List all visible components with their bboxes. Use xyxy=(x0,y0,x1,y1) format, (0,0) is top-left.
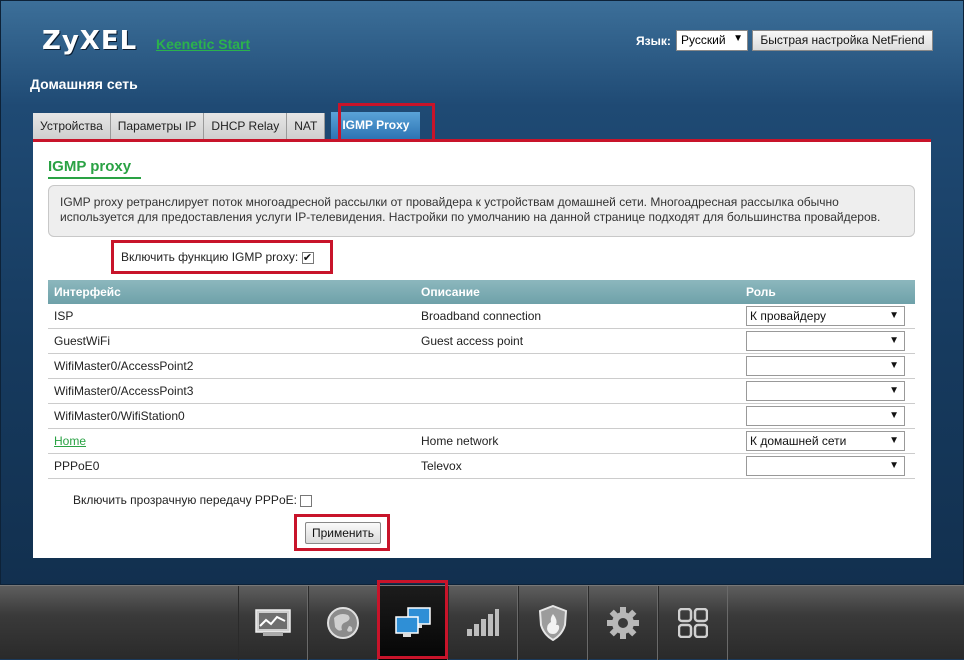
pppoe-passthrough-label: Включить прозрачную передачу PPPoE: xyxy=(73,493,297,507)
tab-ip-settings[interactable]: Параметры IP xyxy=(110,113,205,139)
column-header-interface: Интерфейс xyxy=(54,285,121,299)
chevron-down-icon: ▼ xyxy=(889,385,899,396)
netfriend-button[interactable]: Быстрая настройка NetFriend xyxy=(752,30,933,51)
bottom-navigation xyxy=(0,585,964,660)
language-label: Язык: xyxy=(636,34,671,48)
interface-cell: PPPoE0 xyxy=(54,459,100,473)
panel-title: IGMP proxy xyxy=(48,158,132,175)
table-row: PPPoE0 Televox ▼ xyxy=(48,454,915,479)
table-row: WifiMaster0/AccessPoint3 ▼ xyxy=(48,379,915,404)
table-row: GuestWiFi Guest access point ▼ xyxy=(48,329,915,354)
nav-security[interactable] xyxy=(518,586,588,660)
interfaces-table: Интерфейс Описание Роль ISP Broadband co… xyxy=(48,280,915,479)
chevron-down-icon: ▼ xyxy=(889,360,899,371)
nav-internet[interactable] xyxy=(308,586,378,660)
chevron-down-icon: ▼ xyxy=(889,435,899,446)
role-value: К домашней сети xyxy=(750,434,847,448)
info-box: IGMP proxy ретранслирует поток многоадре… xyxy=(48,185,915,237)
description-cell: Guest access point xyxy=(421,334,524,348)
page-title: Домашняя сеть xyxy=(30,76,138,92)
language-value: Русский xyxy=(681,33,726,47)
highlight-tab xyxy=(338,103,435,142)
chevron-down-icon: ▼ xyxy=(889,335,899,346)
highlight-nav-home xyxy=(377,580,448,659)
role-select[interactable]: ▼ xyxy=(746,356,905,376)
role-select[interactable]: К провайдеру ▼ xyxy=(746,306,905,326)
description-cell: Televox xyxy=(421,459,462,473)
table-header: Интерфейс Описание Роль xyxy=(48,280,915,304)
description-cell xyxy=(415,379,740,403)
column-header-description: Описание xyxy=(421,285,480,299)
role-select[interactable]: ▼ xyxy=(746,381,905,401)
role-select[interactable]: ▼ xyxy=(746,406,905,426)
interface-cell: WifiMaster0/WifiStation0 xyxy=(54,409,185,423)
settings-gear-icon xyxy=(607,607,639,639)
interface-link-home[interactable]: Home xyxy=(54,434,86,448)
highlight-apply xyxy=(294,514,390,551)
table-row: WifiMaster0/WifiStation0 ▼ xyxy=(48,404,915,429)
tab-nat[interactable]: NAT xyxy=(287,113,326,139)
pppoe-passthrough-checkbox[interactable] xyxy=(300,494,313,507)
interface-cell: WifiMaster0/AccessPoint2 xyxy=(54,359,194,373)
description-cell xyxy=(415,354,740,378)
role-value: К провайдеру xyxy=(750,309,827,323)
security-shield-icon xyxy=(538,605,568,641)
tab-devices[interactable]: Устройства xyxy=(33,113,111,139)
interface-cell: WifiMaster0/AccessPoint3 xyxy=(54,384,194,398)
interface-cell: ISP xyxy=(54,309,74,323)
column-header-role: Роль xyxy=(746,285,776,299)
tab-dhcp-relay[interactable]: DHCP Relay xyxy=(204,113,288,139)
highlight-enable xyxy=(111,240,333,274)
apps-grid-icon xyxy=(678,608,708,638)
description-cell: Broadband connection xyxy=(421,309,542,323)
language-select[interactable]: Русский ▼ xyxy=(676,30,748,51)
title-underline xyxy=(48,177,141,179)
globe-icon xyxy=(327,607,359,639)
chevron-down-icon: ▼ xyxy=(889,460,899,471)
brand-logo: ZyXEL xyxy=(42,26,138,56)
table-row: WifiMaster0/AccessPoint2 ▼ xyxy=(48,354,915,379)
content-panel: IGMP proxy IGMP proxy ретранслирует пото… xyxy=(33,142,931,558)
monitor-chart-icon xyxy=(255,609,291,636)
interface-cell: GuestWiFi xyxy=(54,334,111,348)
description-cell: Home network xyxy=(421,434,499,448)
role-select[interactable]: ▼ xyxy=(746,331,905,351)
nav-wifi[interactable] xyxy=(448,586,518,660)
chevron-down-icon: ▼ xyxy=(889,310,899,321)
table-row: ISP Broadband connection К провайдеру ▼ xyxy=(48,304,915,329)
role-select[interactable]: ▼ xyxy=(746,456,905,476)
description-cell xyxy=(415,404,740,428)
role-select[interactable]: К домашней сети ▼ xyxy=(746,431,905,451)
chevron-down-icon: ▼ xyxy=(889,410,899,421)
signal-bars-icon xyxy=(467,609,499,636)
nav-monitor[interactable] xyxy=(238,586,308,660)
product-link[interactable]: Keenetic Start xyxy=(156,36,250,52)
pppoe-passthrough-row: Включить прозрачную передачу PPPoE: xyxy=(73,493,313,507)
table-row: Home Home network К домашней сети ▼ xyxy=(48,429,915,454)
nav-apps[interactable] xyxy=(658,586,728,660)
chevron-down-icon: ▼ xyxy=(733,33,743,44)
nav-system[interactable] xyxy=(588,586,658,660)
